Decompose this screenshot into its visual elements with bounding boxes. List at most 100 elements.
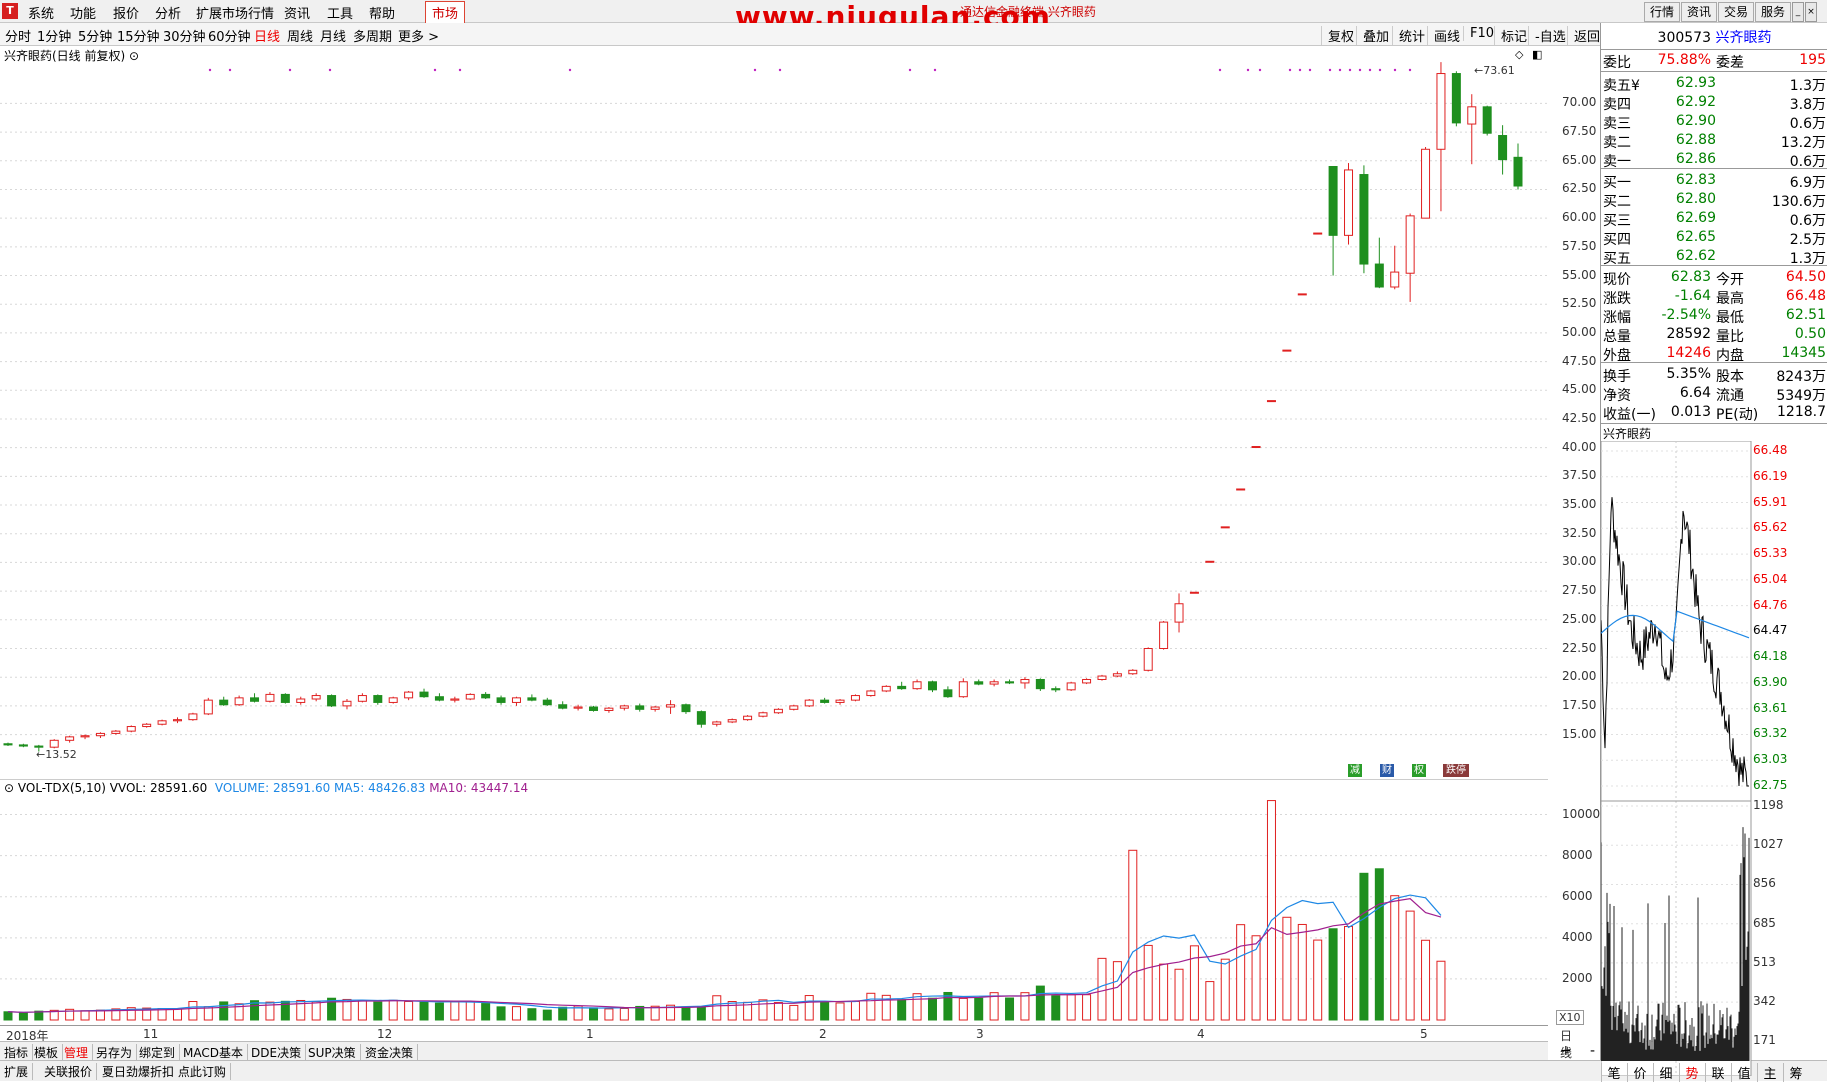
indicator-limit-down[interactable]: 跌停 (1443, 764, 1469, 777)
period-60min[interactable]: 60分钟 (208, 26, 251, 45)
candle-body (419, 691, 429, 698)
fundamental-label: 流通 (1716, 388, 1744, 404)
menu-analysis[interactable]: 分析 (155, 3, 181, 22)
period-tick[interactable]: 分时 (5, 26, 31, 45)
volume-bar (943, 991, 953, 1021)
menu-quote[interactable]: 报价 (113, 3, 139, 22)
tool-overlay[interactable]: 叠加 (1356, 26, 1389, 45)
top-button-trade[interactable]: 交易 (1718, 2, 1754, 22)
tab-template[interactable]: 模板 (34, 1044, 64, 1061)
tool-draw[interactable]: 画线 (1427, 26, 1460, 45)
period-15min[interactable]: 15分钟 (117, 26, 160, 45)
menu-tools[interactable]: 工具 (327, 3, 353, 22)
stat-value: -1.64 (1674, 288, 1711, 304)
volume-bar (1005, 997, 1015, 1021)
menu-help[interactable]: 帮助 (369, 3, 395, 22)
price-axis-label: 20.00 (1562, 669, 1597, 684)
indicator-reduce[interactable]: 减 (1348, 764, 1362, 777)
tab-bind[interactable]: 绑定到 (139, 1044, 181, 1061)
top-button-news[interactable]: 资讯 (1681, 2, 1717, 22)
tab-related-quote[interactable]: 关联报价 (44, 1063, 98, 1080)
volume-bar (419, 1001, 429, 1021)
promo-link[interactable]: 夏日劲爆折扣 点此订购 (102, 1063, 231, 1080)
dropdown-icon[interactable]: ⊙ (129, 49, 139, 63)
rtab-3[interactable]: 势 (1679, 1063, 1704, 1082)
rtab-2[interactable]: 细 (1653, 1063, 1678, 1082)
stat-value: 64.50 (1785, 269, 1826, 285)
candle-body (388, 697, 398, 703)
period-monthly[interactable]: 月线 (320, 26, 346, 45)
tab-save-as[interactable]: 另存为 (96, 1044, 138, 1061)
volume-bar (589, 1007, 599, 1021)
tab-dde[interactable]: DDE决策 (251, 1044, 307, 1061)
zoom-in-button[interactable]: + (1560, 1043, 1572, 1059)
candle-body (1251, 446, 1261, 449)
close-icon[interactable]: × (1805, 2, 1817, 22)
rtab-6[interactable]: 主 (1757, 1063, 1782, 1082)
intraday-chart[interactable] (1601, 441, 1827, 1076)
tool-adjust[interactable]: 复权 (1321, 26, 1354, 45)
buy-label: 买一 (1603, 175, 1631, 191)
rtab-7[interactable]: 筹 (1783, 1063, 1808, 1082)
zoom-out-button[interactable]: - (1590, 1043, 1595, 1059)
volume-chart[interactable] (0, 779, 1548, 1025)
candle-body (1159, 621, 1169, 649)
volume-bar (1112, 961, 1122, 1021)
tab-expand[interactable]: 扩展 (4, 1063, 34, 1080)
tool-mark[interactable]: 标记 (1494, 26, 1527, 45)
menu-system[interactable]: 系统 (28, 3, 54, 22)
fundamental-row: 净资 6.64 流通 5349万 (1601, 385, 1827, 404)
period-daily[interactable]: 日线 (254, 26, 280, 45)
candle-body (1344, 169, 1354, 236)
candle-body (1189, 591, 1199, 594)
rtab-1[interactable]: 价 (1627, 1063, 1652, 1082)
stat-label: 量比 (1716, 329, 1744, 345)
menu-market[interactable]: 市场 (425, 1, 466, 24)
date-label: 3 (976, 1027, 984, 1041)
event-dot (1258, 68, 1262, 72)
stat-label: 现价 (1603, 272, 1631, 288)
period-multi[interactable]: 多周期 (353, 26, 392, 45)
candle-body (758, 712, 768, 717)
tool-back[interactable]: 返回 (1567, 26, 1600, 45)
tab-capital[interactable]: 资金决策 (365, 1044, 419, 1061)
tool-stats[interactable]: 统计 (1392, 26, 1425, 45)
tool-watchlist[interactable]: -自选 (1528, 26, 1566, 45)
fundamental-label: 股本 (1716, 369, 1744, 385)
period-weekly[interactable]: 周线 (287, 26, 313, 45)
panel-toggle-icon[interactable]: ◧ (1532, 48, 1542, 61)
tab-indicator[interactable]: 指标 (4, 1044, 34, 1061)
event-dot (1378, 68, 1382, 72)
period-1min[interactable]: 1分钟 (37, 26, 71, 45)
candle-body (1020, 678, 1030, 684)
menu-function[interactable]: 功能 (70, 3, 96, 22)
tool-f10[interactable]: F10 (1463, 26, 1494, 41)
candle-body (1513, 156, 1523, 187)
menu-ext-market[interactable]: 扩展市场行情 (196, 3, 274, 22)
candle-body (357, 695, 367, 702)
indicator-rights[interactable]: 权 (1412, 764, 1426, 777)
rtab-5[interactable]: 值 (1731, 1063, 1756, 1082)
candle-body (1174, 603, 1184, 623)
candle-body (1035, 678, 1045, 690)
rtab-0[interactable]: 笔 (1601, 1063, 1626, 1082)
period-more[interactable]: 更多 > (398, 26, 439, 45)
period-5min[interactable]: 5分钟 (78, 26, 112, 45)
tab-sup[interactable]: SUP决策 (308, 1044, 361, 1061)
tab-manage[interactable]: 管理 (64, 1044, 94, 1061)
minimize-icon[interactable]: _ (1792, 2, 1804, 22)
event-dot (1328, 68, 1332, 72)
weicha-label: 委差 (1716, 55, 1744, 71)
indicator-finance[interactable]: 财 (1380, 764, 1394, 777)
menu-news[interactable]: 资讯 (284, 3, 310, 22)
diamond-icon[interactable]: ◇ (1515, 48, 1523, 61)
volume-bar (1220, 958, 1230, 1021)
rtab-4[interactable]: 联 (1705, 1063, 1730, 1082)
top-button-quote[interactable]: 行情 (1644, 2, 1680, 22)
period-30min[interactable]: 30分钟 (163, 26, 206, 45)
sell-level-row: 卖一 62.86 0.6万 (1601, 151, 1827, 170)
tab-macd[interactable]: MACD基本 (183, 1044, 248, 1061)
candlestick-chart[interactable] (0, 46, 1548, 779)
top-button-service[interactable]: 服务 (1755, 2, 1791, 22)
legend-dot-icon[interactable]: ⊙ (4, 781, 14, 795)
